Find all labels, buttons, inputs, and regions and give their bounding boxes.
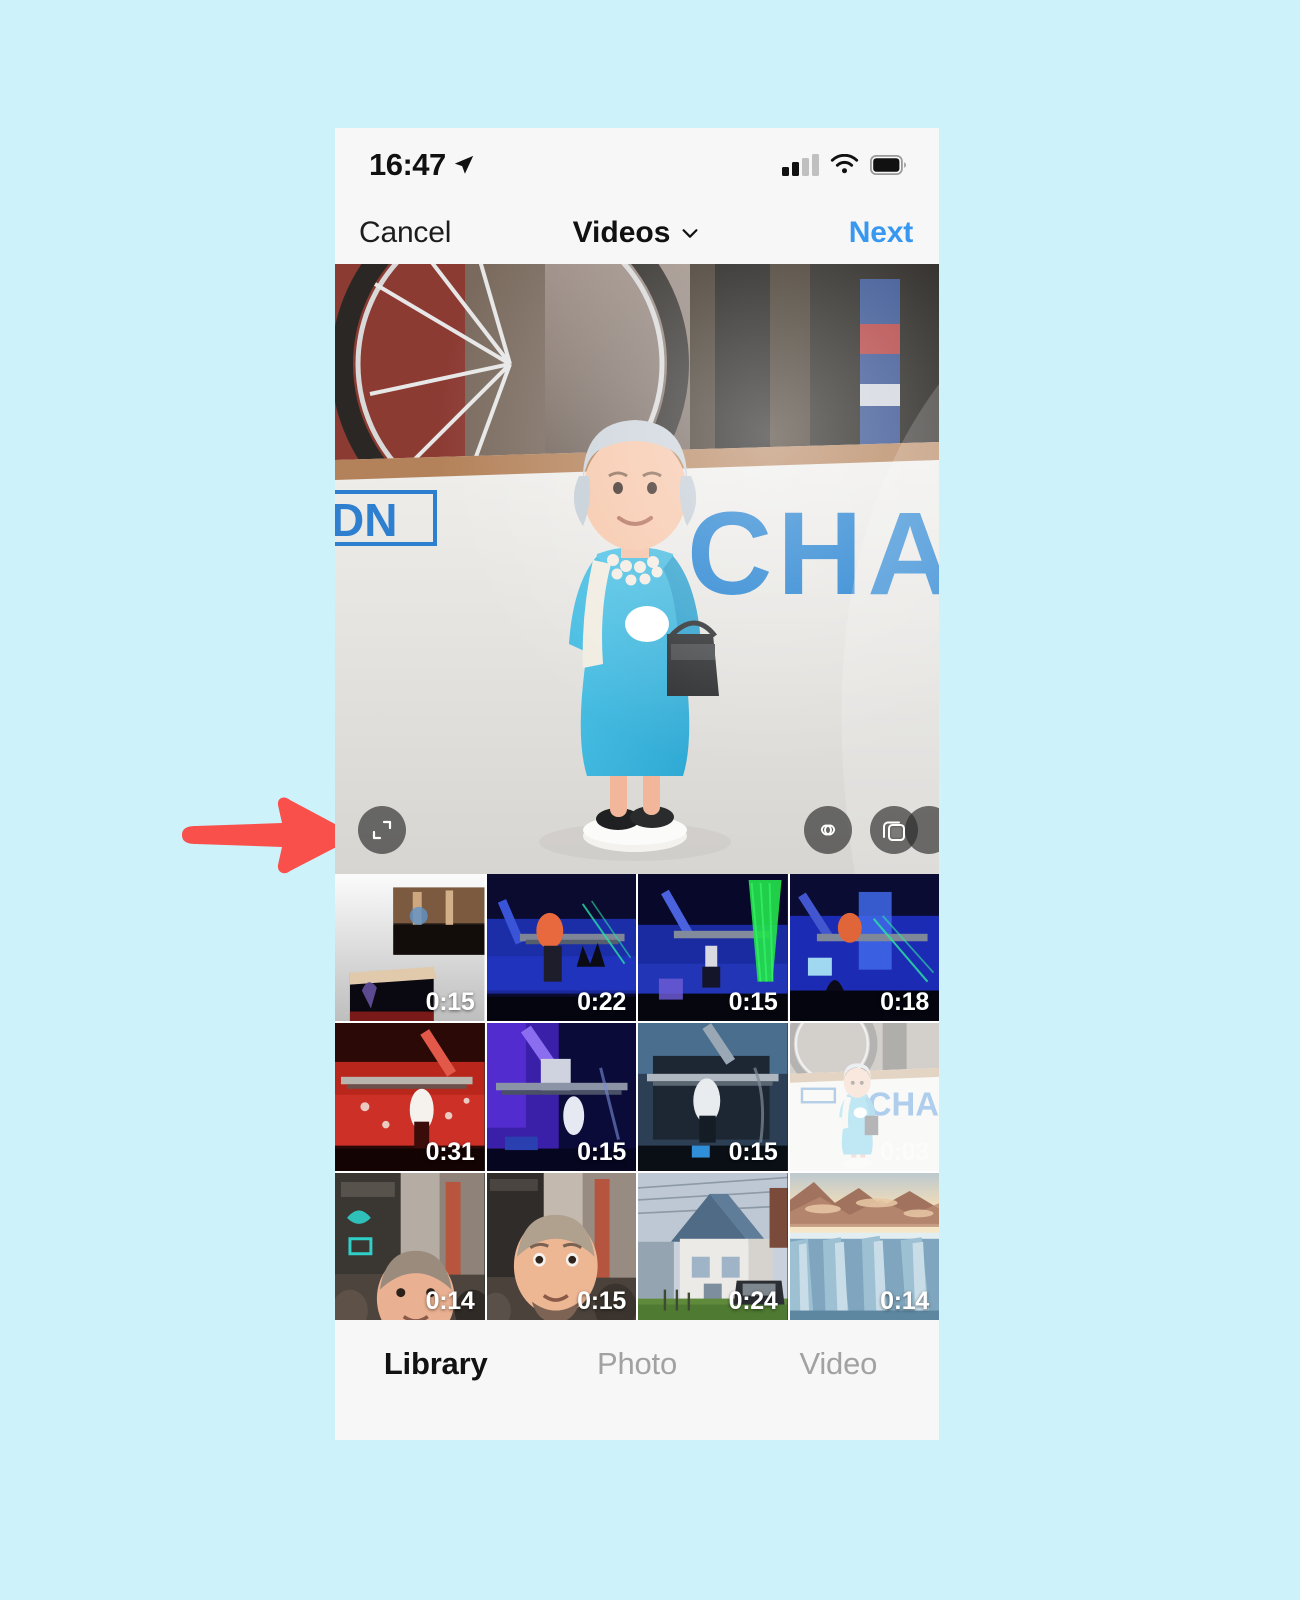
thumbnail-item[interactable]: 0:31	[335, 1023, 485, 1171]
location-arrow-icon	[454, 155, 473, 174]
thumbnail-duration: 0:15	[728, 988, 778, 1017]
thumbnail-item[interactable]: 0:14	[335, 1172, 485, 1320]
thumbnail-duration: 0:31	[425, 1137, 475, 1166]
wifi-icon	[830, 154, 859, 174]
thumbnail-duration: 0:18	[880, 988, 929, 1017]
next-button[interactable]: Next	[849, 216, 913, 250]
thumbnail-duration: 0:14	[880, 1286, 929, 1315]
chevron-down-icon[interactable]	[679, 222, 701, 244]
thumbnail-duration: 0:24	[728, 1286, 778, 1315]
expand-button[interactable]	[358, 806, 406, 854]
media-preview[interactable]: CHAR DN	[335, 264, 939, 874]
cancel-button[interactable]: Cancel	[359, 216, 451, 250]
tab-photo[interactable]: Photo	[536, 1346, 737, 1382]
status-bar: 16:47	[335, 128, 939, 202]
media-grid[interactable]: 0:15 0:22 0:15 0:18 0:31 0:15 0:15 0:03 …	[335, 874, 939, 1320]
thumbnail-item[interactable]: 0:14	[789, 1172, 939, 1320]
cellular-signal-icon	[782, 153, 819, 176]
home-indicator-area	[335, 1407, 939, 1440]
phone-screen: 16:47 Cancel Videos Next 0:15 0:22 0:15 …	[335, 128, 939, 1440]
thumbnail-item[interactable]: 0:18	[789, 874, 939, 1022]
thumbnail-duration: 0:15	[577, 1137, 626, 1166]
thumbnail-item-selected[interactable]: CHA	[789, 1023, 939, 1171]
thumbnail-duration: 0:14	[425, 1286, 475, 1315]
thumbnail-item[interactable]: 0:15	[486, 1023, 636, 1171]
thumbnail-item[interactable]: 0:24	[638, 1172, 788, 1320]
thumbnail-item[interactable]: 0:15	[335, 874, 485, 1022]
battery-icon	[870, 155, 906, 175]
preview-photo: CHAR DN	[335, 264, 939, 874]
bottom-tab-bar: Library Photo Video	[335, 1319, 939, 1408]
boomerang-button[interactable]	[804, 806, 852, 854]
thumbnail-duration: 0:22	[577, 988, 626, 1017]
thumbnail-duration: 0:15	[425, 988, 475, 1017]
tab-library[interactable]: Library	[335, 1346, 536, 1382]
status-time: 16:47	[369, 147, 446, 182]
thumbnail-item[interactable]: 0:22	[486, 874, 636, 1022]
screenshot-canvas: 16:47 Cancel Videos Next 0:15 0:22 0:15 …	[0, 0, 1300, 1600]
status-time-group: 16:47	[369, 147, 475, 183]
thumbnail-item[interactable]: 0:15	[638, 1023, 788, 1171]
layers-icon	[883, 821, 905, 841]
navigation-bar: Cancel Videos Next	[335, 202, 939, 264]
infinity-icon	[820, 824, 836, 836]
expand-corners-icon	[372, 820, 392, 840]
thumbnail-item[interactable]: 0:15	[486, 1172, 636, 1320]
thumbnail-item[interactable]: 0:15	[638, 874, 788, 1022]
gallery-title-label[interactable]: Videos	[573, 216, 671, 250]
thumbnail-duration: 0:15	[577, 1286, 626, 1315]
annotation-arrow	[182, 797, 355, 874]
status-indicators	[782, 153, 907, 176]
thumbnail-duration: 0:15	[728, 1137, 778, 1166]
tab-video[interactable]: Video	[738, 1346, 939, 1382]
thumbnail-duration: 0:03	[880, 1137, 929, 1166]
